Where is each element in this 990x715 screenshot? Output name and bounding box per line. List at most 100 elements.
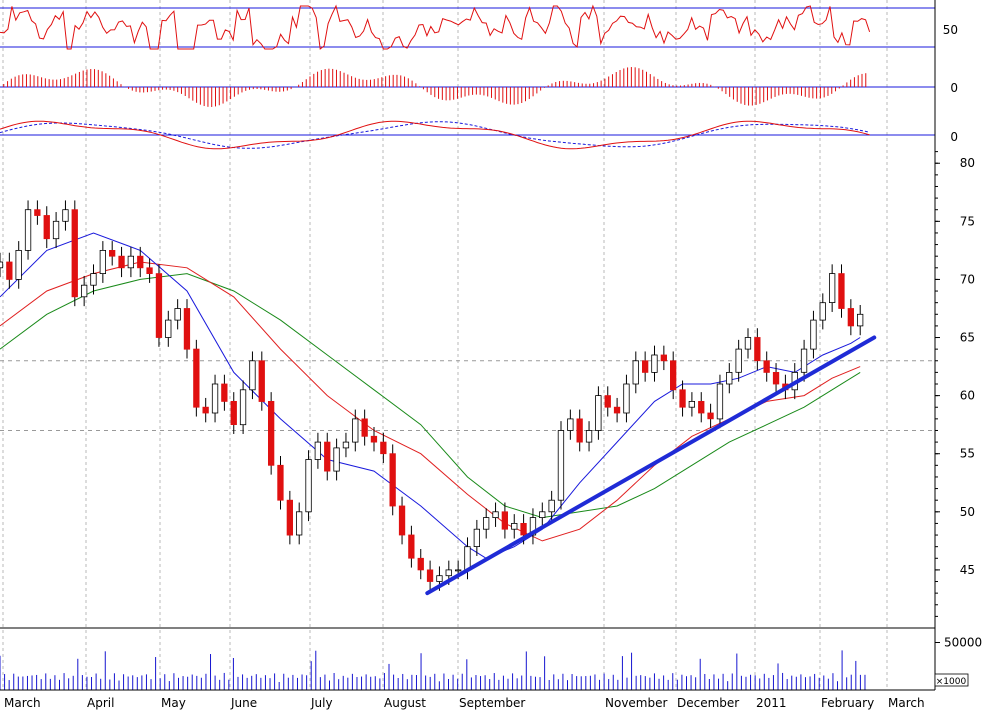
price-y-tick-label: 75 [960,214,975,228]
candle-body [557,430,565,501]
candle-body [810,319,817,350]
candle-body [436,575,443,582]
candle-body [651,354,658,373]
candle-body [286,499,294,536]
candle-body [258,360,265,402]
candle-body [744,337,752,350]
candle-body [819,302,826,321]
moving-average-long-line [0,273,861,519]
rsi-line [0,4,871,50]
price-y-tick-label: 55 [960,447,975,461]
candle-body [239,389,247,426]
candle-body [277,464,284,501]
candle-body [71,209,78,298]
x-tick-label: May [161,696,186,710]
chart-svg: March April May June July August September Nove… [0,0,982,710]
candle-body [857,313,864,327]
candle-body [6,261,13,280]
volume-y-tick-label: 50000 [944,636,982,650]
candle-body [698,400,705,414]
x-tick-label: March [4,696,41,710]
candle-body [267,400,275,466]
candle-body [324,441,331,472]
candle-body [716,383,724,420]
candle-body [688,400,695,408]
candle-body [127,255,135,269]
candle-body [754,337,761,362]
candle-body [492,511,499,518]
candle-body [305,459,312,513]
trendline [425,335,877,596]
candle-body [24,209,32,251]
x-tick-label: March [888,696,925,710]
candle-body [454,569,462,572]
candle-body [800,348,808,373]
x-tick-label: August [384,696,426,710]
candle-body [670,360,677,391]
candle-body [464,546,471,571]
candle-body [34,209,41,216]
candle-body [763,360,770,373]
volume-unit-label: ×1000 [936,677,967,687]
x-tick-label: November [605,696,667,710]
candle-body [211,383,219,414]
candle-body [230,400,237,425]
candle-body [221,383,228,402]
candle-body [838,273,845,309]
candle-body [847,308,854,327]
candle-body [445,569,452,577]
rsi-panel [0,4,935,50]
candle-body [0,261,4,269]
candle-body [576,418,583,443]
candle-body [398,505,406,536]
x-tick-label: April [87,696,114,710]
candle-body [314,441,322,460]
candle-body [137,255,144,269]
price-y-tick-label: 45 [960,563,975,577]
candle-body [511,523,518,530]
x-tick-label: February [821,696,874,710]
candle-body [567,418,574,431]
candle-body [81,284,88,298]
candle-body [146,267,153,274]
price-panel [0,200,935,596]
histogram-panel [0,67,935,107]
candle-body [501,511,509,530]
candle-body [726,371,733,385]
candle-body [193,348,200,408]
price-y-tick-label: 50 [960,505,975,519]
candle-body [43,215,50,240]
rsi-y-tick-label: 50 [943,23,958,37]
candle-body [15,249,22,280]
candle-body [174,308,181,321]
histogram-y-tick-label: 0 [950,81,958,95]
candle-body [389,453,396,507]
candle-body [482,517,490,530]
candle-body [539,511,546,518]
candle-body [623,383,630,414]
x-tick-label: December [677,696,739,710]
candle-body [202,406,209,414]
price-y-tick-label: 65 [960,331,975,345]
candle-body [660,354,667,362]
candle-body [632,360,639,385]
candle-body [772,371,780,385]
candle-body [520,523,527,536]
candle-body [585,430,593,443]
axes-layer: March April May June July August September Nove… [0,0,982,710]
candle-body [62,209,69,222]
candle-body [90,273,97,286]
candle-body [370,435,378,443]
candle-body [118,255,125,269]
candle-body [342,441,350,449]
x-tick-label: 2011 [756,696,787,710]
candle-body [679,389,686,408]
candle-body [642,360,649,373]
candle-body [333,447,340,472]
candle-body [165,319,172,338]
candle-body [352,418,359,443]
candle-body [99,249,106,274]
candle-body [735,348,742,373]
candle-body [613,406,621,414]
volume-panel [0,650,866,690]
